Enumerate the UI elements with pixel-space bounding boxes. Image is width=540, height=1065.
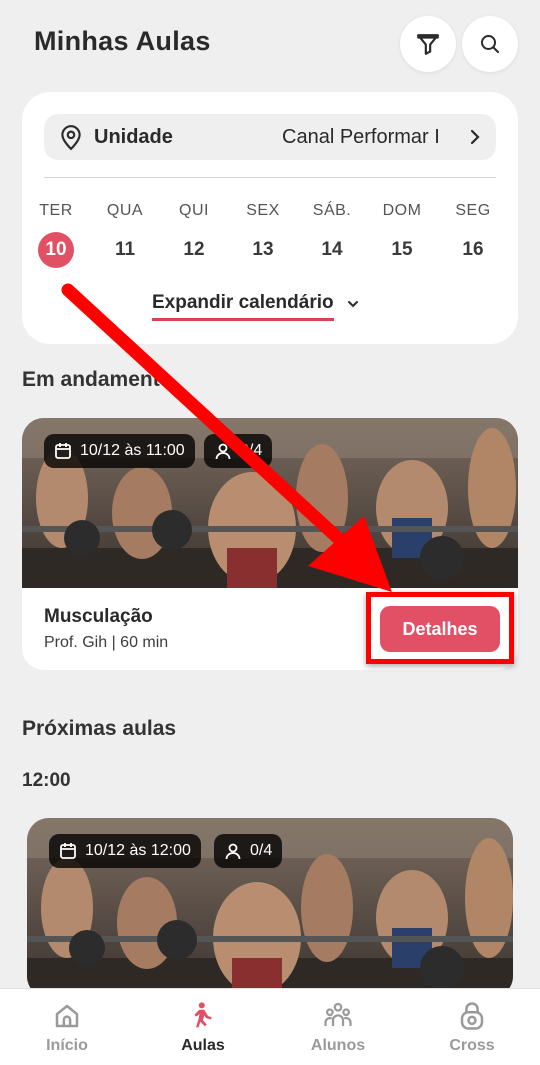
expand-calendar-button[interactable]: Expandir calendário	[152, 292, 360, 321]
nav-item-home[interactable]: Início	[12, 999, 122, 1055]
annotation-highlight-box	[366, 592, 514, 664]
divider	[44, 177, 496, 178]
day-number: 13	[252, 239, 274, 260]
day-name: QUI	[179, 202, 209, 219]
expand-calendar-label: Expandir calendário	[152, 292, 334, 321]
nav-label: Início	[46, 1037, 88, 1054]
class-photo: 10/12 às 12:00 0/4	[27, 818, 513, 998]
day-wed[interactable]: QUA 11	[95, 202, 155, 268]
day-name: SEG	[455, 202, 491, 219]
calendar-icon	[60, 843, 76, 859]
chevron-right-icon	[468, 128, 482, 146]
person-icon	[225, 843, 241, 860]
capacity-chip: 0/4	[214, 834, 283, 868]
class-meta: Prof. Gih | 60 min	[44, 634, 169, 651]
nav-item-classes[interactable]: Aulas	[148, 999, 258, 1055]
capacity-label: 0/4	[240, 442, 263, 459]
capacity-label: 0/4	[250, 842, 273, 859]
week-strip: TER 10 QUA 11 QUI 12 SEX 13 SÁB. 14 DOM …	[22, 202, 518, 268]
calendar-icon	[55, 443, 71, 459]
day-number: 15	[391, 239, 413, 260]
bottom-nav: Início Aulas Alunos Cross	[0, 988, 540, 1065]
filter-icon	[417, 34, 439, 55]
day-name: SÁB.	[312, 202, 352, 219]
nav-label: Cross	[449, 1037, 495, 1054]
class-card[interactable]: 10/12 às 12:00 0/4	[27, 818, 513, 998]
class-photo: 10/12 às 11:00 0/4	[22, 418, 518, 588]
day-sat[interactable]: SÁB. 14	[302, 202, 362, 268]
search-icon	[481, 35, 499, 53]
nav-item-students[interactable]: Alunos	[283, 999, 393, 1055]
location-pin-icon	[61, 125, 81, 151]
day-number: 12	[183, 239, 205, 260]
chevron-down-icon	[346, 299, 360, 309]
search-button[interactable]	[462, 16, 518, 72]
nav-label: Aulas	[181, 1037, 225, 1054]
datetime-label: 10/12 às 11:00	[80, 442, 185, 459]
day-number: 11	[114, 239, 136, 260]
day-tue[interactable]: TER 10	[26, 202, 86, 268]
day-fri[interactable]: SEX 13	[233, 202, 293, 268]
capacity-chip: 0/4	[204, 434, 273, 468]
nav-label: Alunos	[310, 1037, 366, 1054]
header: Minhas Aulas	[0, 0, 540, 86]
day-name: SEX	[246, 202, 280, 219]
day-number: 16	[462, 239, 484, 260]
filter-button[interactable]	[400, 16, 456, 72]
students-icon	[324, 1002, 352, 1026]
nav-item-cross[interactable]: Cross	[417, 999, 527, 1055]
day-name: DOM	[382, 202, 422, 219]
datetime-chip: 10/12 às 11:00	[44, 434, 195, 468]
exercise-icon	[194, 1002, 212, 1028]
day-number: 10	[38, 232, 74, 268]
day-thu[interactable]: QUI 12	[164, 202, 224, 268]
section-title-upcoming: Próximas aulas	[22, 717, 177, 740]
day-name: QUA	[106, 202, 144, 219]
day-mon[interactable]: SEG 16	[443, 202, 503, 268]
datetime-chip: 10/12 às 12:00	[49, 834, 201, 868]
datetime-label: 10/12 às 12:00	[85, 842, 191, 859]
unit-selector[interactable]: Unidade Canal Performar I	[44, 114, 496, 160]
day-number: 14	[321, 239, 343, 260]
day-sun[interactable]: DOM 15	[372, 202, 432, 268]
day-name: TER	[39, 202, 73, 219]
home-icon	[55, 1004, 79, 1028]
kettlebell-icon	[460, 1002, 484, 1030]
time-group-label: 12:00	[22, 770, 71, 791]
unit-value: Canal Performar I	[282, 125, 440, 148]
person-icon	[215, 443, 231, 460]
unit-label: Unidade	[94, 125, 173, 148]
calendar-card: Unidade Canal Performar I TER 10 QUA 11 …	[22, 92, 518, 344]
page-title: Minhas Aulas	[34, 26, 211, 56]
section-title-in-progress: Em andamento	[22, 368, 173, 391]
class-name: Musculação	[44, 606, 153, 627]
